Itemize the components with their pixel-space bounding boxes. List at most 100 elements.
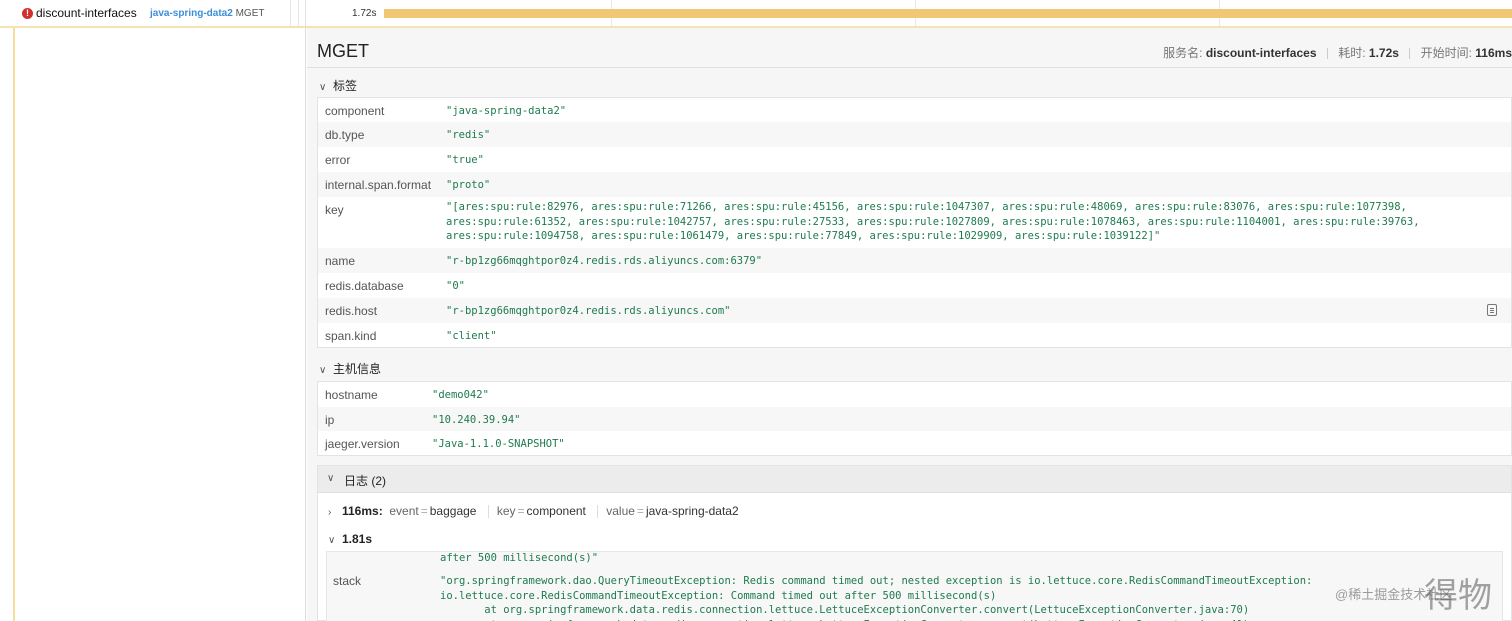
- span-detail-meta: 服务名: discount-interfaces 耗时: 1.72s 开始时间:…: [1163, 44, 1512, 61]
- log-entry[interactable]: › 116ms: event = baggage key = component valu…: [328, 504, 739, 519]
- tag-value: "java-spring-data2": [446, 105, 567, 117]
- tag-row[interactable]: component "java-spring-data2": [318, 98, 1511, 122]
- service-label: 服务名:: [1163, 46, 1203, 60]
- tag-value: "proto": [446, 179, 491, 191]
- log-field-key: value: [606, 504, 635, 518]
- tag-row[interactable]: internal.span.format "proto": [318, 172, 1511, 197]
- tag-value: "redis": [446, 129, 491, 141]
- duration-meta-value: 1.72s: [1368, 46, 1399, 60]
- tag-key: error: [325, 153, 351, 167]
- field-divider: [597, 505, 599, 519]
- tag-value: "r-bp1zg66mqghtpor0z4.redis.rds.aliyuncs…: [446, 305, 731, 317]
- chevron-down-icon: ∨: [328, 535, 336, 546]
- process-value: "10.240.39.94": [432, 414, 521, 426]
- tag-row[interactable]: error "true": [318, 147, 1511, 172]
- meta-divider: [1326, 48, 1328, 60]
- tag-key: redis.database: [325, 279, 404, 293]
- tag-row[interactable]: key "[ares:spu:rule:82976, ares:spu:rule…: [318, 197, 1511, 248]
- log-field-key: key: [496, 504, 516, 518]
- tag-value: "0": [446, 280, 465, 292]
- chevron-down-icon: ∨: [319, 365, 327, 376]
- log-value-continuation: after 500 millisecond(s)": [440, 552, 599, 564]
- log-field-value: component: [526, 504, 586, 518]
- tag-key: key: [325, 203, 344, 217]
- process-section-toggle[interactable]: ∨ 主机信息: [319, 360, 381, 377]
- span-duration-bar[interactable]: [384, 9, 1512, 18]
- logs-count: (2): [371, 474, 387, 488]
- copy-icon[interactable]: [1487, 304, 1497, 316]
- logs-section: ∨ 日志 (2) › 116ms: event = baggage key = compo…: [317, 465, 1512, 621]
- tag-row[interactable]: span.kind "client": [318, 323, 1511, 347]
- start-time-label: 开始时间:: [1420, 46, 1472, 60]
- chevron-down-icon: ∨: [327, 473, 335, 484]
- span-detail-panel: MGET 服务名: discount-interfaces 耗时: 1.72s …: [307, 28, 1512, 621]
- tag-value: "true": [446, 154, 484, 166]
- span-name-column[interactable]: ! discount-interfaces java-spring-data2 …: [0, 0, 306, 26]
- tag-value: "[ares:spu:rule:82976, ares:spu:rule:712…: [446, 201, 1420, 243]
- tag-key: db.type: [325, 128, 365, 142]
- service-value: discount-interfaces: [1205, 46, 1317, 60]
- equals-sign: =: [517, 504, 525, 518]
- process-key: ip: [325, 413, 335, 427]
- span-tree-gutter: [0, 28, 306, 621]
- tag-value: "client": [446, 330, 497, 342]
- log-field-key: event: [389, 504, 419, 518]
- log-field-value: java-spring-data2: [645, 504, 739, 518]
- span-detail-title: MGET: [317, 41, 369, 61]
- tag-row[interactable]: redis.database "0": [318, 273, 1511, 298]
- span-duration-label: 1.72s: [352, 8, 377, 19]
- span-tree-line: [13, 28, 15, 621]
- logs-label: 日志: [344, 474, 369, 488]
- start-time-value: 116ms: [1475, 46, 1512, 60]
- process-row[interactable]: hostname "demo042": [318, 382, 1511, 407]
- endpoint-service: java-spring-data2: [150, 8, 233, 19]
- endpoint-operation: MGET: [235, 8, 265, 19]
- log-entry-toggle[interactable]: ∨ 1.81s: [328, 532, 372, 546]
- process-section-title: 主机信息: [333, 362, 382, 376]
- process-key: jaeger.version: [325, 437, 400, 451]
- span-row[interactable]: ! discount-interfaces java-spring-data2 …: [0, 0, 1512, 28]
- tag-key: component: [325, 104, 385, 118]
- log-time: 116ms:: [342, 504, 383, 518]
- tags-table: component "java-spring-data2" db.type "r…: [317, 97, 1512, 348]
- log-field-value: baggage: [429, 504, 477, 518]
- process-key: hostname: [325, 388, 378, 402]
- tags-section-title: 标签: [333, 79, 358, 93]
- tag-row[interactable]: name "r-bp1zg66mqghtpor0z4.redis.rds.ali…: [318, 248, 1511, 273]
- column-divider: [298, 0, 299, 26]
- span-service-name[interactable]: discount-interfaces: [36, 6, 137, 20]
- log-field-key: stack: [333, 574, 362, 588]
- field-divider: [487, 505, 489, 519]
- tag-key: name: [325, 254, 356, 268]
- logs-title: 日志 (2): [344, 472, 386, 489]
- span-timeline[interactable]: 1.72s: [306, 0, 1512, 26]
- tag-key: span.kind: [325, 329, 377, 343]
- span-endpoint[interactable]: java-spring-data2 MGET: [150, 8, 264, 19]
- meta-divider: [1409, 48, 1411, 60]
- title-divider: [307, 67, 1512, 68]
- process-value: "Java-1.1.0-SNAPSHOT": [432, 438, 565, 450]
- error-icon: !: [22, 8, 33, 19]
- tag-key: internal.span.format: [325, 178, 432, 192]
- process-value: "demo042": [432, 389, 489, 401]
- log-stack-value: "org.springframework.dao.QueryTimeoutExc…: [440, 575, 1313, 621]
- tags-section-toggle[interactable]: ∨ 标签: [319, 77, 357, 94]
- tag-key: redis.host: [325, 304, 378, 318]
- tag-row[interactable]: db.type "redis": [318, 122, 1511, 147]
- watermark-logo: 得物: [1424, 576, 1492, 616]
- equals-sign: =: [636, 504, 644, 518]
- tag-value: "r-bp1zg66mqghtpor0z4.redis.rds.aliyuncs…: [446, 255, 763, 267]
- chevron-down-icon: ∨: [319, 82, 327, 93]
- process-table: hostname "demo042" ip "10.240.39.94" jae…: [317, 381, 1512, 456]
- log-time: 1.81s: [342, 532, 373, 546]
- process-row[interactable]: ip "10.240.39.94": [318, 407, 1511, 431]
- tag-row[interactable]: redis.host "r-bp1zg66mqghtpor0z4.redis.r…: [318, 298, 1511, 323]
- logs-section-toggle[interactable]: ∨ 日志 (2): [318, 466, 1511, 493]
- log-fields-table: after 500 millisecond(s)" stack "org.spr…: [326, 551, 1503, 621]
- column-divider: [290, 0, 291, 26]
- chevron-right-icon: ›: [328, 507, 332, 518]
- process-row[interactable]: jaeger.version "Java-1.1.0-SNAPSHOT": [318, 431, 1511, 455]
- duration-meta-label: 耗时:: [1338, 46, 1366, 60]
- trace-view: ! discount-interfaces java-spring-data2 …: [0, 0, 1512, 621]
- equals-sign: =: [420, 504, 428, 518]
